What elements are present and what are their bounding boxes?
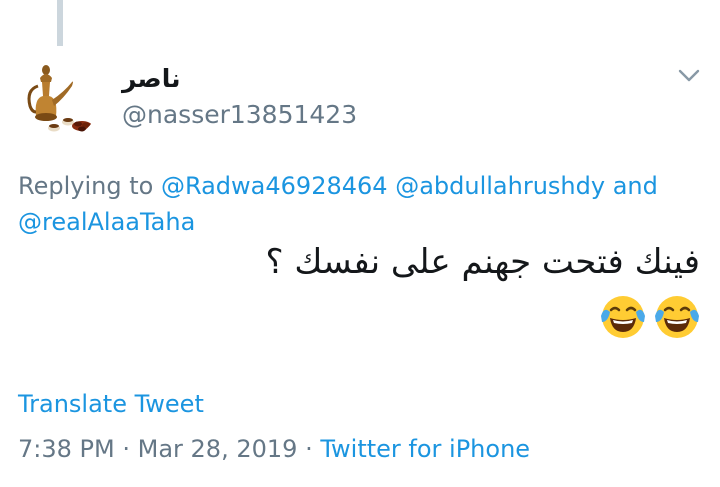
replying-to-line: Replying to @Radwa46928464 @abdullahrush…	[18, 168, 708, 240]
chevron-down-icon[interactable]	[676, 62, 702, 88]
tweet-source-link[interactable]: Twitter for iPhone	[320, 435, 530, 463]
tweet-date[interactable]: Mar 28, 2019	[138, 435, 298, 463]
author-display-name[interactable]: ناصر	[122, 64, 180, 93]
translate-tweet-link[interactable]: Translate Tweet	[18, 390, 204, 418]
conjunction-label: and	[612, 172, 658, 200]
mention-link[interactable]: @abdullahrushdy	[395, 172, 605, 200]
author-handle[interactable]: @nasser13851423	[122, 100, 357, 129]
thread-connector-line	[57, 0, 63, 46]
avatar[interactable]	[16, 56, 100, 140]
tweet-time[interactable]: 7:38 PM	[18, 435, 115, 463]
dallah-coffee-pot-icon	[16, 56, 100, 140]
face-with-tears-of-joy-icon	[601, 296, 645, 338]
meta-separator: ·	[305, 435, 313, 463]
tweet-text: فينك فتحت جهنم على نفسك ؟	[265, 242, 700, 282]
meta-separator: ·	[122, 435, 130, 463]
replying-to-label: Replying to	[18, 172, 154, 200]
emoji-row	[598, 292, 702, 342]
mention-link[interactable]: @Radwa46928464	[161, 172, 388, 200]
mention-link[interactable]: @realAlaaTaha	[18, 208, 195, 236]
tweet-metadata: 7:38 PM · Mar 28, 2019 · Twitter for iPh…	[18, 435, 530, 463]
face-with-tears-of-joy-icon	[655, 296, 699, 338]
